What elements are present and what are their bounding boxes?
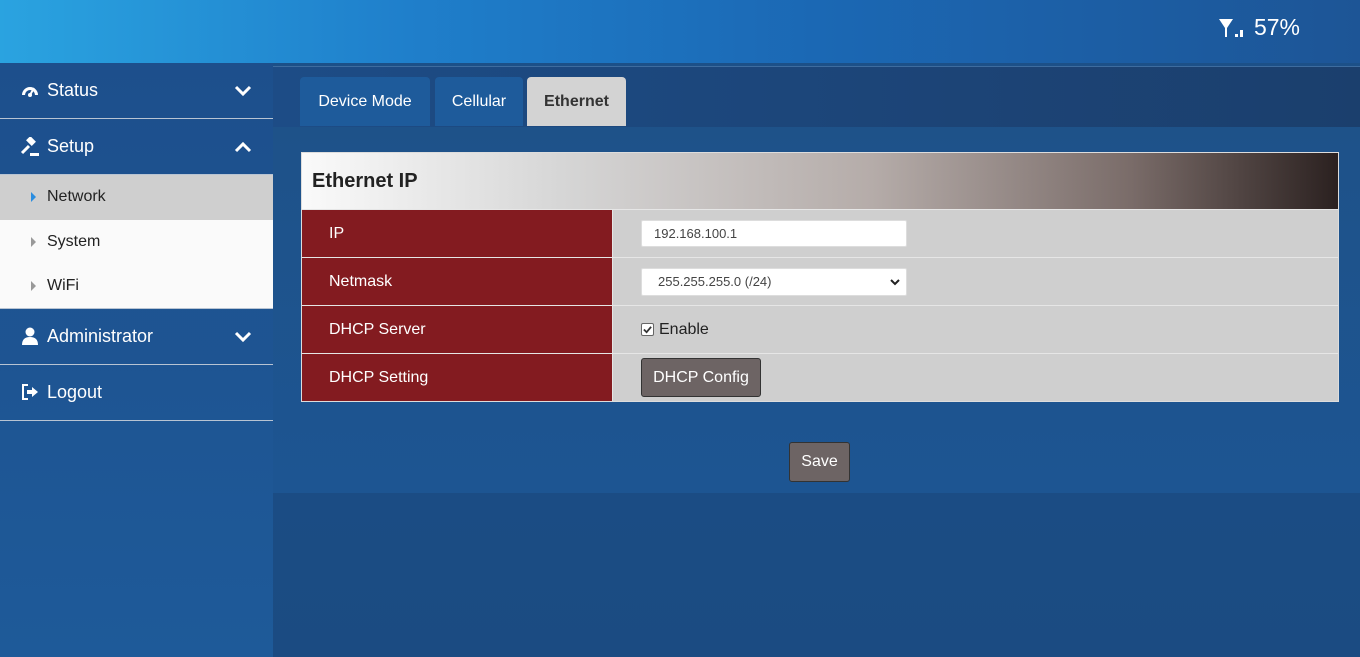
caret-right-icon [31, 236, 36, 247]
netmask-label: Netmask [302, 258, 613, 305]
netmask-selected-value: 255.255.255.0 (/24) [658, 274, 772, 289]
sidebar-item-label: Administrator [47, 325, 154, 346]
battery-percent: 57% [1253, 14, 1300, 40]
tab-bar: Device Mode Cellular Ethernet [273, 66, 1360, 131]
dhcp-enable-checkbox[interactable] [641, 323, 654, 336]
dhcp-server-row: DHCP Server Enable [302, 305, 1338, 353]
dashboard-icon [20, 81, 40, 101]
card-title: Ethernet IP [302, 153, 1338, 209]
sidebar-subitem-system[interactable]: System [0, 219, 273, 264]
sidebar-subitem-network[interactable]: Network [0, 175, 273, 220]
sidebar-item-administrator[interactable]: Administrator [0, 309, 273, 365]
gavel-icon [20, 136, 40, 157]
caret-right-icon [31, 192, 36, 203]
chevron-down-icon [234, 331, 252, 342]
sidebar-item-label: Status [47, 80, 99, 100]
top-bar: 57% [0, 0, 1360, 63]
sidebar-item-setup[interactable]: Setup [0, 119, 273, 175]
dhcp-config-button[interactable]: DHCP Config [641, 358, 761, 397]
dhcp-setting-label: DHCP Setting [302, 354, 613, 401]
chevron-up-icon [234, 141, 252, 153]
sidebar-item-label: Logout [47, 381, 103, 402]
tab-device-mode[interactable]: Device Mode [300, 77, 430, 126]
sidebar-subitem-label: System [47, 232, 101, 250]
ip-row: IP 192.168.100.1 [302, 209, 1338, 257]
status-indicator: 57% [1218, 14, 1300, 41]
user-icon [20, 326, 40, 346]
sidebar-subitem-wifi[interactable]: WiFi [0, 264, 273, 309]
logout-icon [20, 382, 40, 402]
tab-label: Device Mode [318, 92, 412, 110]
sidebar: Status Setup Network System WiFi Adminis… [0, 63, 273, 657]
dhcp-enable-label[interactable]: Enable [659, 321, 709, 339]
tab-ethernet[interactable]: Ethernet [527, 77, 626, 126]
tab-label: Ethernet [544, 92, 609, 110]
chevron-down-icon [890, 278, 900, 285]
caret-right-icon [31, 280, 36, 291]
sidebar-item-label: Setup [47, 136, 95, 156]
dhcp-setting-row: DHCP Setting DHCP Config [302, 353, 1338, 401]
checkmark-icon [643, 326, 652, 334]
sidebar-subitem-label: Network [47, 188, 106, 206]
chevron-down-icon [234, 85, 252, 97]
sidebar-subitem-label: WiFi [47, 276, 79, 294]
tab-cellular[interactable]: Cellular [435, 77, 523, 126]
netmask-row: Netmask 255.255.255.0 (/24) [302, 257, 1338, 305]
dhcp-server-label: DHCP Server [302, 306, 613, 353]
save-button[interactable]: Save [789, 442, 850, 482]
signal-weak-icon [1218, 18, 1243, 37]
netmask-select[interactable]: 255.255.255.0 (/24) [641, 267, 907, 296]
ip-label: IP [302, 210, 613, 257]
sidebar-item-status[interactable]: Status [0, 63, 273, 119]
sidebar-item-logout[interactable]: Logout [0, 365, 273, 421]
ethernet-ip-card: Ethernet IP IP 192.168.100.1 Netmask 255… [301, 152, 1339, 402]
main-content: Device Mode Cellular Ethernet Ethernet I… [273, 63, 1360, 657]
ip-input[interactable]: 192.168.100.1 [641, 220, 907, 247]
tab-label: Cellular [451, 92, 507, 110]
